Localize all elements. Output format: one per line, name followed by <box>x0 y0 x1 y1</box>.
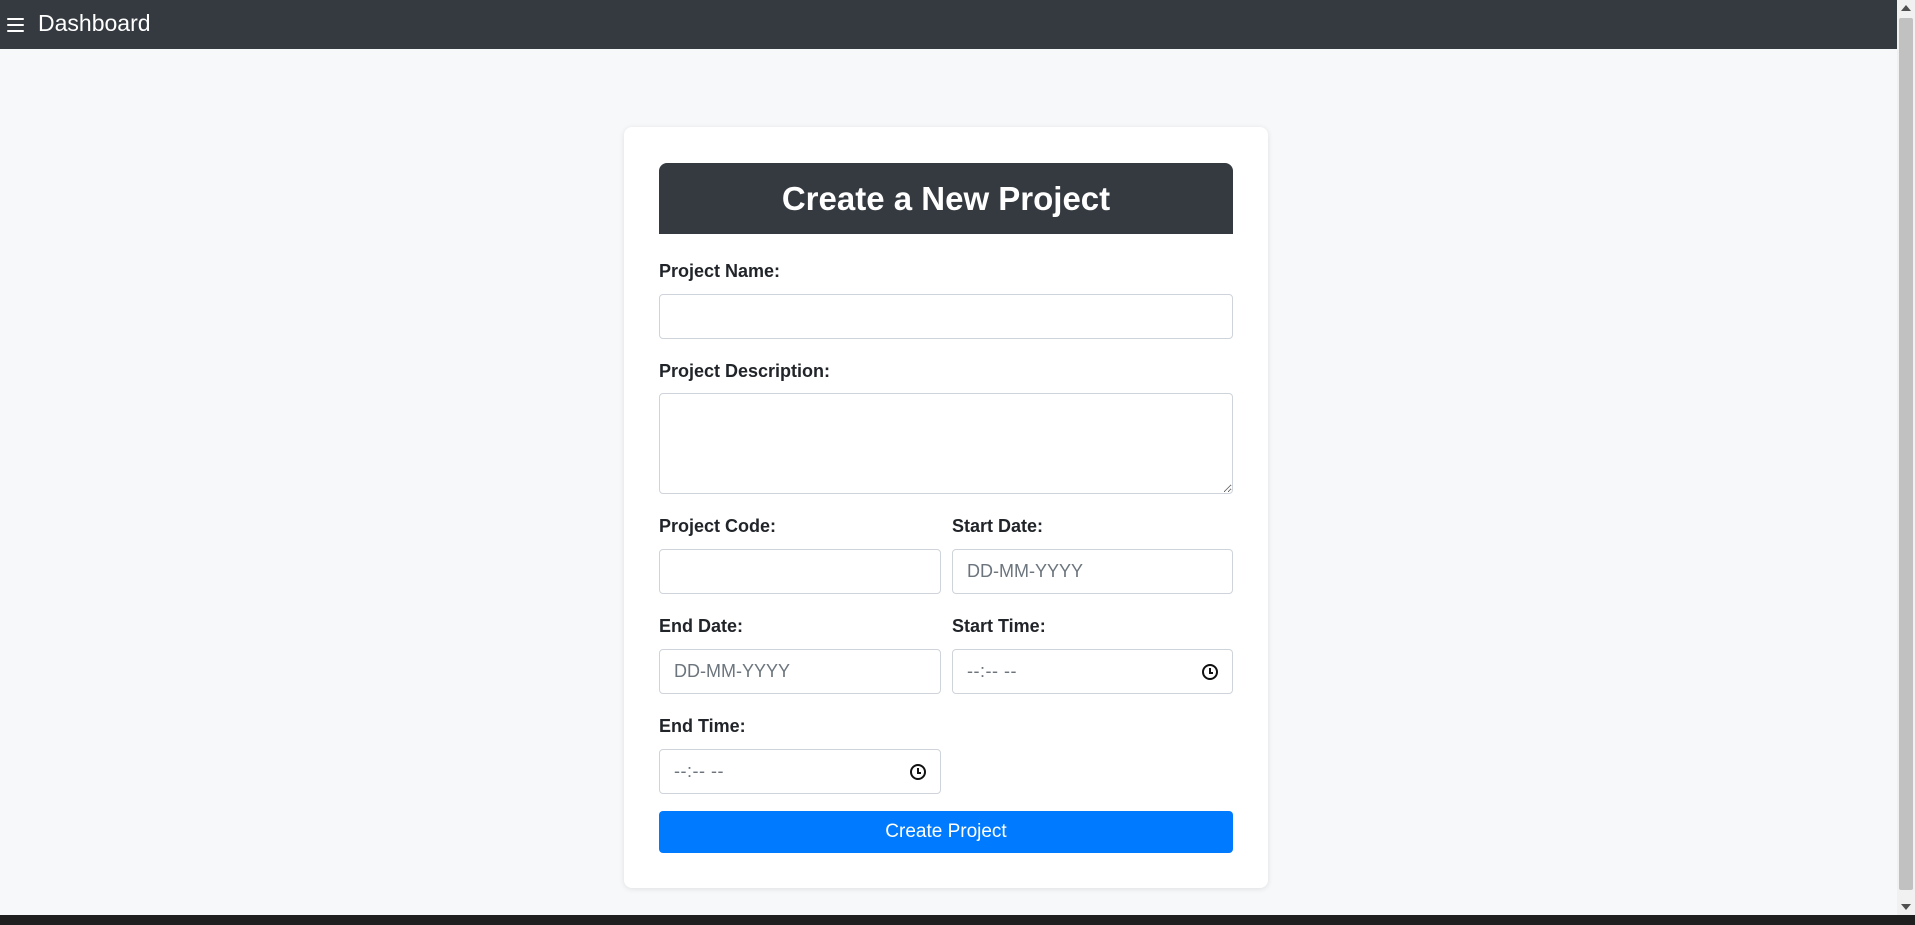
start-time-placeholder: --:-- -- <box>967 661 1017 681</box>
project-description-label: Project Description: <box>659 361 831 381</box>
clock-icon[interactable] <box>910 763 926 780</box>
start-date-input[interactable] <box>952 549 1233 594</box>
dashboard-title-link[interactable]: Dashboard <box>38 10 151 37</box>
end-time-input[interactable]: --:-- -- <box>659 749 941 794</box>
start-time-label: Start Time: <box>952 616 1046 636</box>
project-name-input[interactable] <box>659 294 1233 339</box>
start-time-input[interactable]: --:-- -- <box>952 649 1233 694</box>
create-project-card: Create a New Project Project Name: Proje… <box>624 127 1268 888</box>
end-time-label: End Time: <box>659 716 746 736</box>
project-code-input[interactable] <box>659 549 941 594</box>
project-name-label: Project Name: <box>659 261 781 281</box>
top-navbar: Dashboard <box>0 0 1897 49</box>
end-time-placeholder: --:-- -- <box>674 761 724 781</box>
end-date-input[interactable] <box>659 649 941 694</box>
taskbar-edge <box>0 915 1915 925</box>
clock-icon[interactable] <box>1202 663 1218 680</box>
scrollbar-thumb[interactable] <box>1899 18 1913 890</box>
form-heading: Create a New Project <box>659 163 1233 234</box>
page-scrollbar[interactable] <box>1897 0 1915 915</box>
scroll-down-arrow-icon[interactable] <box>1901 904 1911 910</box>
start-date-label: Start Date: <box>952 516 1044 536</box>
create-project-button[interactable]: Create Project <box>659 811 1233 853</box>
scroll-up-arrow-icon[interactable] <box>1901 5 1911 11</box>
project-code-label: Project Code: <box>659 516 777 536</box>
end-date-label: End Date: <box>659 616 744 636</box>
hamburger-menu-icon[interactable] <box>7 17 24 32</box>
project-description-textarea[interactable] <box>659 393 1233 494</box>
